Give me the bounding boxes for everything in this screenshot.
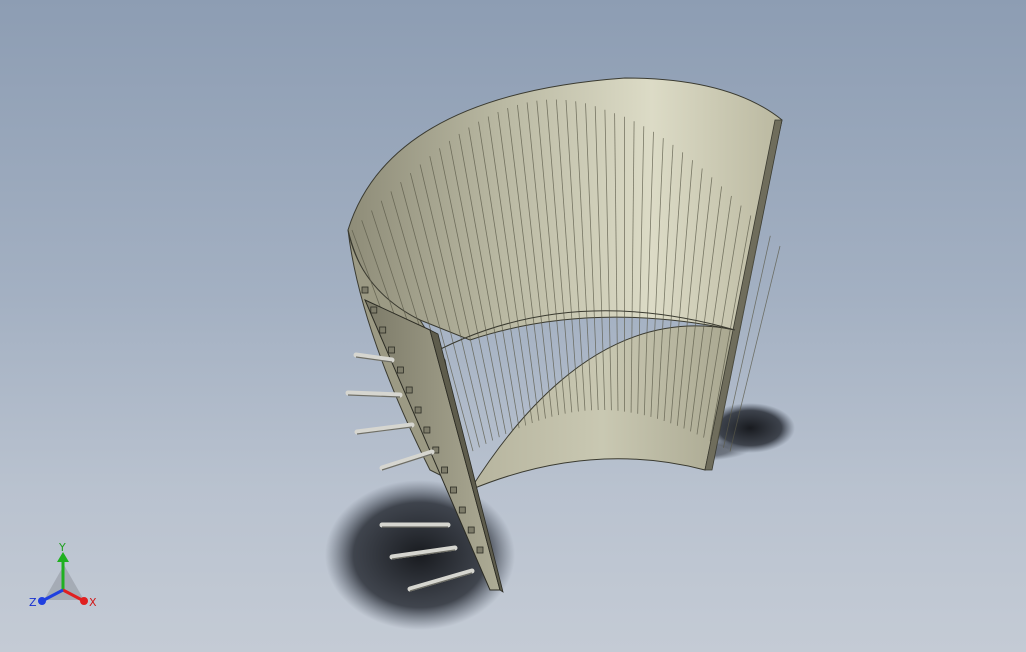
flange-bolt <box>370 306 378 314</box>
x-axis-label: X <box>89 596 97 609</box>
z-axis-label: Z <box>29 596 37 609</box>
flange-bolt <box>361 286 369 294</box>
y-axis-label: Y <box>58 541 66 554</box>
support-pin-shade <box>381 453 433 471</box>
flange-bolt <box>467 526 475 534</box>
inner-face <box>468 325 736 492</box>
x-axis-knob <box>80 597 88 605</box>
3d-viewport[interactable]: Y X Z <box>0 0 1026 652</box>
z-axis-knob <box>38 597 46 605</box>
flange-bolt <box>396 366 404 374</box>
coordinate-triad[interactable]: Y X Z <box>29 541 97 609</box>
flange-bolt <box>423 426 431 434</box>
flange-bolt <box>405 386 413 394</box>
flange-bolt <box>414 406 422 414</box>
flange-bolt <box>476 546 484 554</box>
flange-bolt <box>450 486 457 494</box>
flange-bolt <box>379 326 387 334</box>
outer-face <box>347 77 783 341</box>
flange-bolt <box>458 506 466 514</box>
flange-bolt <box>441 466 449 474</box>
flange-bolt <box>388 346 395 354</box>
